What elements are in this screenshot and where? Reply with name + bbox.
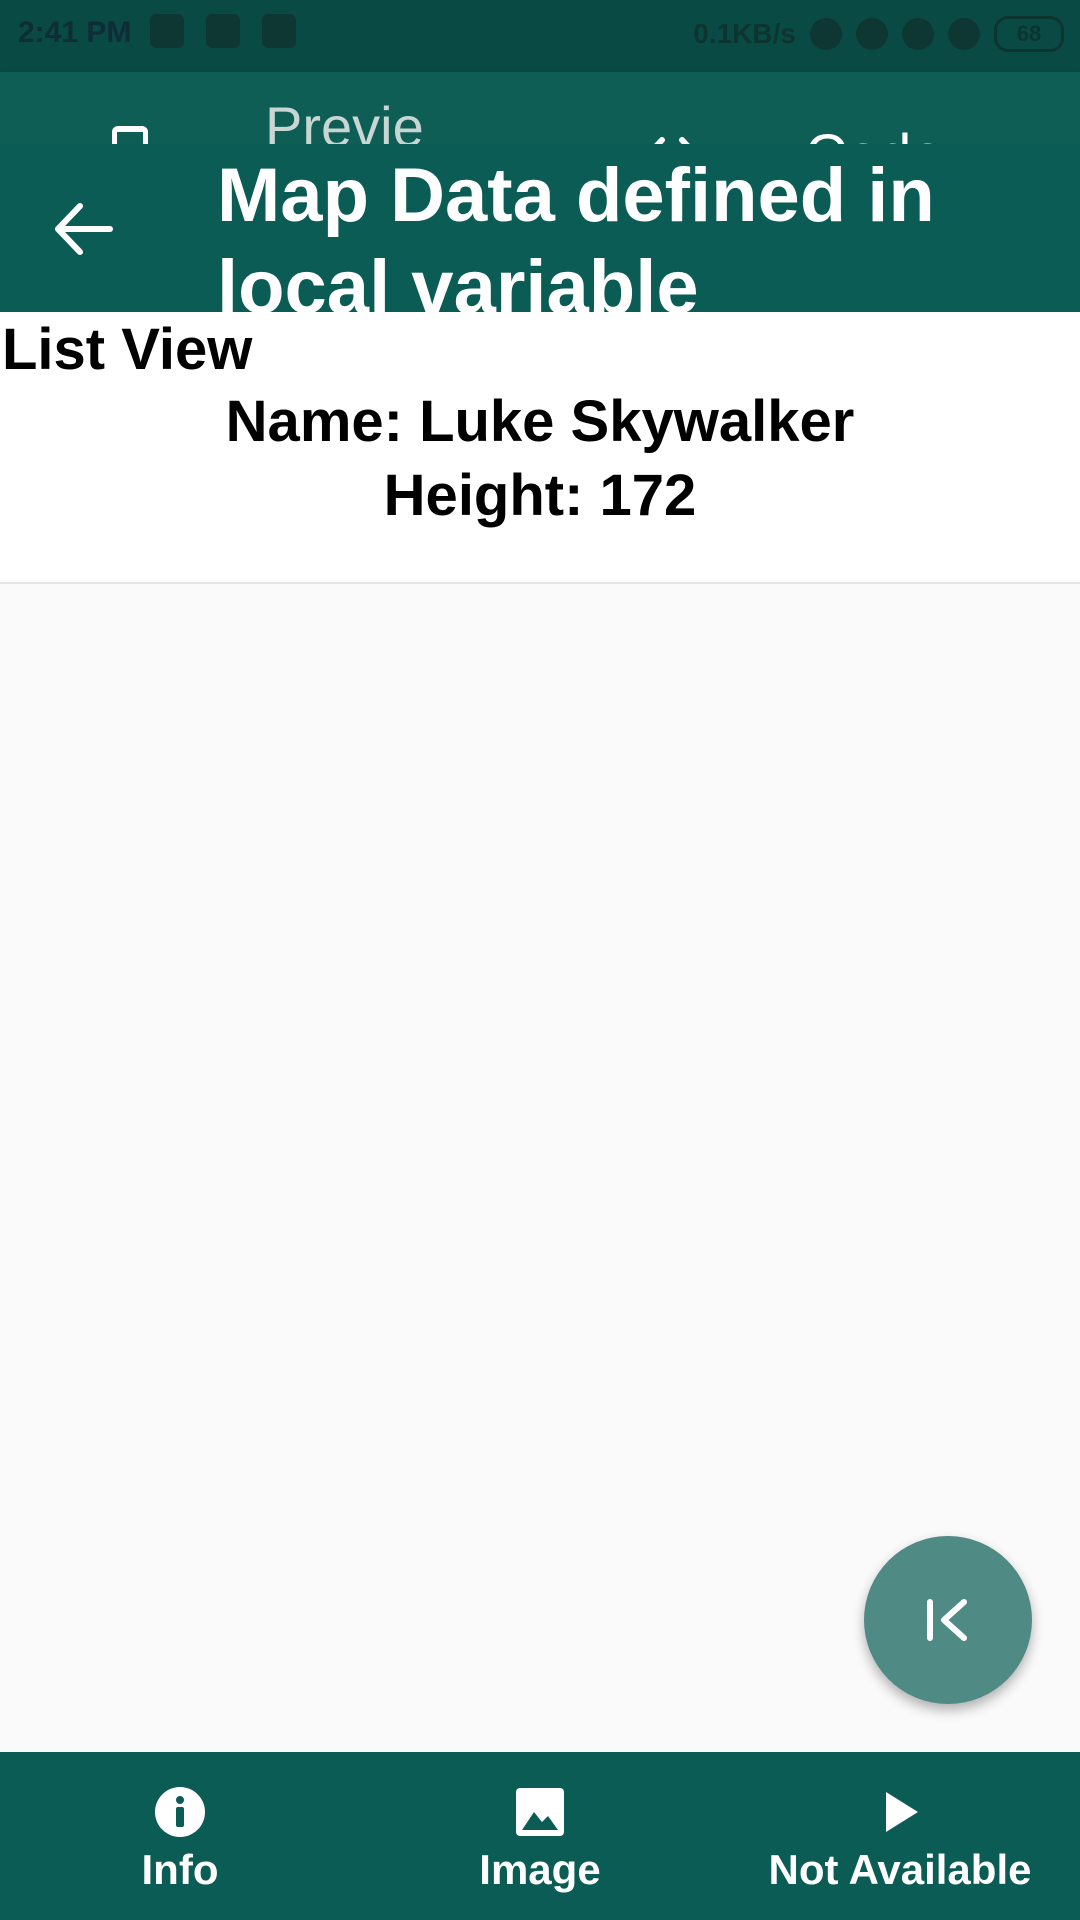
mute-icon: [810, 18, 842, 50]
net-speed: 0.1KB/s: [693, 18, 796, 49]
status-notification-icons: [150, 14, 296, 48]
alarm-icon: [856, 18, 888, 50]
play-icon: [886, 1792, 918, 1832]
first-page-button[interactable]: [864, 1536, 1032, 1704]
nav-label-not-available: Not Available: [768, 1846, 1032, 1893]
status-system-icons: 0.1KB/s 68: [693, 16, 1064, 52]
youtube-icon: [150, 14, 184, 48]
page-title: Map Data defined in local variable: [217, 153, 935, 330]
list-view: List View Name: Luke Skywalker Height: 1…: [0, 312, 1080, 584]
top-tab-bar: Preview Code: [0, 72, 1080, 228]
image-icon: [516, 1788, 564, 1836]
nav-item-info[interactable]: Info: [80, 1752, 280, 1920]
bottom-navigation: Info Image Not Available: [0, 1752, 1080, 1920]
nav-item-image[interactable]: Image: [440, 1752, 640, 1920]
volte-icon: [902, 18, 934, 50]
info-icon: [155, 1787, 205, 1837]
battery-indicator: 68: [994, 16, 1064, 52]
status-time: 2:41 PM: [18, 16, 132, 49]
nav-label-image: Image: [479, 1846, 601, 1893]
trash-icon: [206, 14, 240, 48]
status-bar: 2:41 PM 0.1KB/s 68: [0, 0, 1080, 72]
signal-icon: [948, 18, 980, 50]
back-arrow-icon[interactable]: [50, 194, 120, 264]
app-bar: Map Data defined in local variable: [0, 144, 1080, 330]
nav-label-info: Info: [141, 1846, 219, 1893]
list-item-height: Height: 172: [383, 463, 697, 528]
first-page-icon: [927, 1599, 967, 1641]
list-heading: List View: [2, 317, 253, 382]
list-item-name: Name: Luke Skywalker: [225, 389, 855, 454]
nav-item-not-available[interactable]: Not Available: [760, 1752, 1040, 1920]
warning-icon: [262, 14, 296, 48]
